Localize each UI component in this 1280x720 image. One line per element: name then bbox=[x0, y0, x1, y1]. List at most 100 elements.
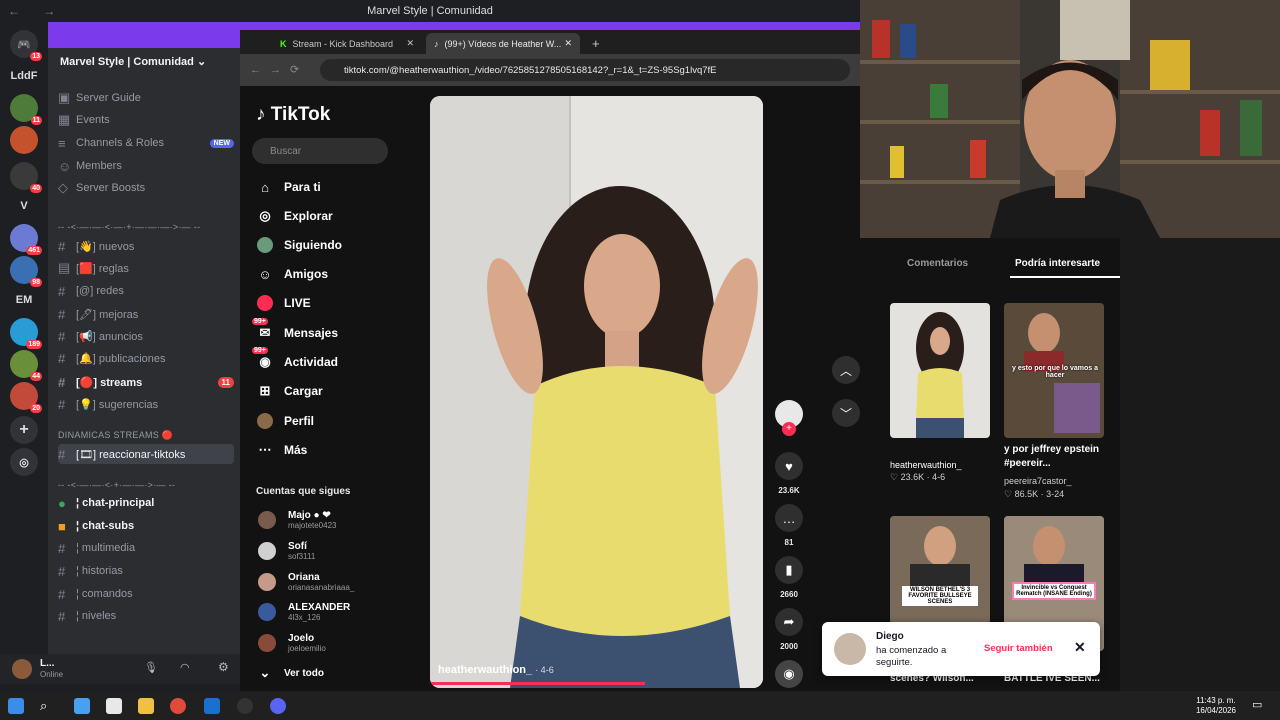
menu-explorar[interactable]: ◎ Explorar bbox=[256, 207, 332, 225]
tab-comentarios[interactable]: Comentarios bbox=[907, 258, 968, 269]
server-icon[interactable]: 11 bbox=[10, 94, 42, 125]
calendar-icon: ▦ bbox=[58, 112, 71, 127]
add-server-icon[interactable]: + bbox=[10, 416, 38, 444]
channel-reglas[interactable]: ▤ [🟥] reglas bbox=[58, 258, 234, 278]
menu-live[interactable]: LIVE bbox=[256, 294, 311, 312]
following-account[interactable]: Oriana orianasanabriaaa_ bbox=[258, 572, 354, 592]
server-v[interactable]: V bbox=[10, 192, 38, 220]
channel-reaccionar-tiktoks[interactable]: # [🎞] reaccionar-tiktoks bbox=[58, 444, 234, 464]
following-account[interactable]: ALEXANDER 4l3x_126 bbox=[258, 602, 350, 622]
menu-siguiendo[interactable]: Siguiendo bbox=[256, 236, 342, 254]
menu-para-ti[interactable]: ⌂ Para ti bbox=[256, 178, 321, 196]
video-player[interactable]: heatherwauthion_ · 4-6 bbox=[430, 96, 763, 688]
follow-back-button[interactable]: Seguir también bbox=[984, 643, 1053, 654]
share-button[interactable]: ➦ 2000 bbox=[774, 608, 804, 651]
mail-icon[interactable] bbox=[204, 698, 220, 714]
tab-podria-interesarte[interactable]: Podría interesarte bbox=[1015, 258, 1100, 269]
suggestion-title[interactable]: y por jeffrey epstein #peereir... bbox=[1004, 443, 1104, 471]
mic-icon[interactable]: 🎙 bbox=[144, 661, 158, 674]
follow-plus-icon[interactable]: + bbox=[782, 422, 796, 436]
previous-video-button[interactable]: ︿ bbox=[832, 356, 860, 384]
channel-sugerencias[interactable]: # [💡] sugerencias bbox=[58, 394, 234, 414]
notifications-icon[interactable]: ▭ bbox=[1252, 698, 1268, 714]
tab-tiktok[interactable]: ♪ (99+) Vídeos de Heather W... ✕ bbox=[426, 33, 580, 54]
server-icon[interactable] bbox=[10, 126, 38, 154]
channel-historias[interactable]: # ¦ historias bbox=[58, 561, 234, 581]
url-input[interactable]: tiktok.com/@heatherwauthion_/video/76258… bbox=[320, 59, 850, 81]
menu-actividad[interactable]: ◉ 99+ Actividad bbox=[252, 347, 338, 371]
category-dinamicas[interactable]: DINAMICAS STREAMS 🔴 bbox=[58, 430, 173, 441]
following-account[interactable]: Sofí sof3111 bbox=[258, 541, 315, 561]
channel-comandos[interactable]: # ¦ comandos bbox=[58, 584, 234, 604]
tab-kick-dashboard[interactable]: K Stream - Kick Dashboard ✕ bbox=[272, 33, 422, 54]
channel-redes[interactable]: # [@] redes bbox=[58, 281, 234, 301]
back-forward-icon[interactable]: ← → bbox=[8, 4, 65, 18]
server-guide-item[interactable]: ▣ Server Guide bbox=[58, 88, 234, 108]
discover-icon[interactable]: ◎ bbox=[10, 448, 38, 476]
channel-chat-principal[interactable]: ● ¦ chat-principal bbox=[58, 493, 234, 513]
guild-name[interactable]: Marvel Style | Comunidad ⌄ bbox=[60, 55, 206, 68]
following-account[interactable]: Joelo joeloemilio bbox=[258, 633, 326, 653]
channel-multimedia[interactable]: # ¦ multimedia bbox=[58, 538, 234, 558]
search-icon[interactable]: ⌕ bbox=[40, 698, 56, 714]
video-author[interactable]: heatherwauthion_ · 4-6 bbox=[438, 664, 554, 676]
members-item[interactable]: ☺ Members bbox=[58, 156, 234, 176]
new-tab-button[interactable]: + bbox=[584, 33, 604, 54]
comment-button[interactable]: … 81 bbox=[774, 504, 804, 547]
file-explorer-icon[interactable] bbox=[138, 698, 154, 714]
server-icon[interactable]: 40 bbox=[10, 162, 42, 193]
following-account[interactable]: Majo ● ❤ majotete0423 bbox=[258, 510, 336, 530]
events-item[interactable]: ▦ Events bbox=[58, 110, 234, 130]
music-disc[interactable]: ◉ bbox=[774, 660, 804, 688]
server-icon[interactable]: 461 bbox=[10, 224, 42, 255]
suggested-video-thumbnail[interactable] bbox=[890, 303, 990, 438]
channel-anuncios[interactable]: # [📢] anuncios bbox=[58, 326, 234, 346]
chrome-icon[interactable] bbox=[170, 698, 186, 714]
nav-buttons[interactable]: ←→⟳ bbox=[250, 63, 308, 76]
server-icon[interactable]: 20 bbox=[10, 382, 42, 413]
close-icon[interactable]: ✕ bbox=[564, 38, 572, 49]
server-icon[interactable]: 189 bbox=[10, 318, 42, 349]
menu-perfil[interactable]: Perfil bbox=[256, 412, 314, 430]
settings-gear-icon[interactable]: ⚙ bbox=[218, 660, 229, 674]
close-icon[interactable]: ✕ bbox=[406, 38, 414, 49]
discord-icon[interactable] bbox=[270, 698, 286, 714]
menu-mas[interactable]: ⋯ Más bbox=[256, 441, 308, 459]
search-input[interactable]: Buscar bbox=[252, 138, 388, 164]
server-lddf[interactable]: LddF bbox=[10, 62, 38, 90]
save-button[interactable]: ▮ 2660 bbox=[774, 556, 804, 599]
channel-mejoras[interactable]: # [🖊] mejoras bbox=[58, 304, 234, 324]
channel-publicaciones[interactable]: # [🔔] publicaciones bbox=[58, 348, 234, 368]
menu-amigos[interactable]: ☺ Amigos bbox=[256, 265, 328, 283]
comment-icon: … bbox=[775, 504, 803, 532]
close-icon[interactable]: ✕ bbox=[1074, 639, 1086, 656]
suggested-video-thumbnail[interactable]: y esto por que lo vamos a hacer bbox=[1004, 303, 1104, 438]
server-em[interactable]: EM bbox=[10, 286, 38, 314]
server-boosts-item[interactable]: ◇ Server Boosts bbox=[58, 178, 234, 198]
channel-streams[interactable]: # [🔴] streams 11 bbox=[58, 372, 234, 392]
channel-nuevos[interactable]: # [👋] nuevos bbox=[58, 236, 234, 256]
obs-icon[interactable] bbox=[237, 698, 253, 714]
see-all-link[interactable]: ⌄ Ver todo bbox=[256, 664, 324, 682]
avatar[interactable] bbox=[12, 659, 32, 679]
suggestion-author[interactable]: heatherwauthion_ bbox=[890, 458, 990, 472]
menu-mensajes[interactable]: ✉ 99+ Mensajes bbox=[252, 318, 338, 342]
store-icon[interactable] bbox=[106, 698, 122, 714]
menu-cargar[interactable]: ⊞ Cargar bbox=[256, 382, 323, 400]
direct-messages-icon[interactable]: 🎮 13 bbox=[10, 30, 42, 61]
server-icon[interactable]: 98 bbox=[10, 256, 42, 287]
suggestion-author[interactable]: peereira7castor_ bbox=[1004, 475, 1072, 487]
channel-niveles[interactable]: # ¦ niveles bbox=[58, 606, 234, 626]
channel-chat-subs[interactable]: ■ ¦ chat-subs bbox=[58, 516, 234, 536]
author-avatar-follow[interactable]: + bbox=[774, 400, 804, 436]
next-video-button[interactable]: ﹀ bbox=[832, 399, 860, 427]
avatar bbox=[258, 511, 276, 529]
channels-roles-item[interactable]: ≡ Channels & Roles NEW bbox=[58, 133, 234, 153]
tiktok-logo[interactable]: ♪ TikTok bbox=[256, 104, 330, 126]
server-icon[interactable]: 44 bbox=[10, 350, 42, 381]
copilot-icon[interactable] bbox=[74, 698, 90, 714]
like-button[interactable]: ♥ 23.6K bbox=[774, 452, 804, 495]
start-icon[interactable] bbox=[8, 698, 24, 714]
system-clock[interactable]: 11:43 p. m. 16/04/2026 bbox=[1196, 696, 1236, 716]
headphones-icon[interactable]: ◠ bbox=[180, 661, 190, 674]
